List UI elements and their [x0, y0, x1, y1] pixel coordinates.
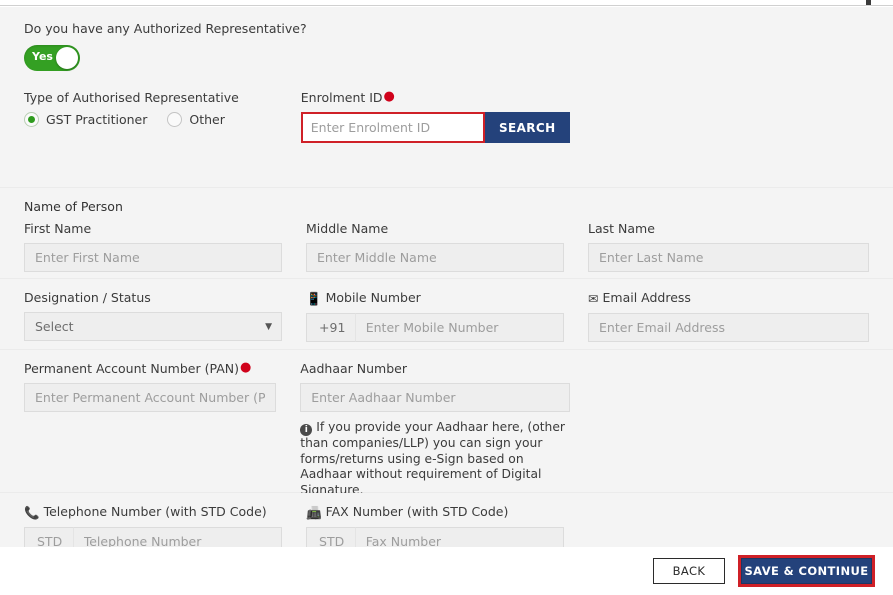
email-label: ✉ Email Address — [588, 290, 869, 307]
type-of-representative-group: Type of Authorised Representative GST Pr… — [24, 90, 301, 143]
designation-select[interactable]: Select ▼ — [24, 312, 283, 341]
radio-other-label: Other — [189, 112, 225, 127]
aadhaar-note-text: If you provide your Aadhaar here, (other… — [300, 420, 565, 497]
required-asterisk-icon: ● — [383, 89, 395, 104]
first-name-label: First Name — [24, 221, 92, 236]
enrolment-id-label-text: Enrolment ID — [300, 90, 383, 105]
mobile-group: 📱 Mobile Number +91 — [306, 290, 588, 342]
radio-gst-practitioner-dot — [24, 112, 39, 127]
mobile-input[interactable] — [354, 313, 565, 342]
email-input[interactable] — [588, 313, 869, 342]
save-continue-button[interactable]: SAVE & CONTINUE — [741, 558, 872, 584]
email-group: ✉ Email Address — [588, 290, 869, 342]
radio-gst-practitioner[interactable]: GST Practitioner — [24, 112, 147, 127]
designation-label: Designation / Status — [24, 290, 151, 305]
middle-name-label: Middle Name — [306, 221, 389, 236]
telephone-label: 📞 Telephone Number (with STD Code) — [24, 504, 282, 521]
fax-label-text: FAX Number (with STD Code) — [325, 504, 509, 519]
mobile-phone-icon: 📱 — [306, 291, 322, 306]
section-contact: Designation / Status Select ▼ 📱 Mobile Nu… — [0, 279, 893, 349]
authorized-rep-question-label: Do you have any Authorized Representativ… — [24, 21, 307, 36]
back-button[interactable]: BACK — [653, 558, 725, 584]
toggle-label: Yes — [32, 50, 53, 63]
pan-group: Permanent Account Number (PAN)● — [24, 361, 300, 498]
required-asterisk-icon-pan: ● — [239, 360, 252, 375]
pan-label-text: Permanent Account Number (PAN) — [24, 361, 239, 376]
mobile-country-prefix: +91 — [306, 313, 355, 342]
enrolment-id-input[interactable] — [302, 115, 483, 140]
envelope-icon: ✉ — [588, 291, 599, 306]
section-pan-aadhaar: Permanent Account Number (PAN)● Aadhaar … — [0, 350, 893, 497]
save-continue-highlight: SAVE & CONTINUE — [738, 555, 875, 587]
aadhaar-label: Aadhaar Number — [300, 361, 407, 376]
designation-group: Designation / Status Select ▼ — [24, 290, 306, 342]
type-radio-group: GST Practitioner Other — [24, 112, 277, 127]
last-name-group: Last Name — [588, 221, 869, 272]
pan-label: Permanent Account Number (PAN)● — [24, 361, 276, 377]
info-icon: i — [300, 424, 313, 436]
enrolment-search-row: SEARCH — [300, 112, 570, 143]
toggle-knob — [56, 47, 78, 69]
registration-form-page: Do you have any Authorized Representativ… — [0, 0, 893, 595]
radio-other-dot — [167, 112, 183, 127]
email-label-text: Email Address — [602, 290, 691, 305]
fax-label: 📠 FAX Number (with STD Code) — [306, 504, 564, 521]
section-type-and-enrolment: Type of Authorised Representative GST Pr… — [0, 90, 893, 187]
form-footer: BACK SAVE & CONTINUE — [0, 547, 893, 595]
corner-artifact — [866, 0, 871, 5]
top-border — [0, 0, 893, 6]
search-button[interactable]: SEARCH — [484, 112, 570, 143]
mobile-input-group: +91 — [306, 313, 565, 342]
type-of-representative-label: Type of Authorised Representative — [24, 90, 239, 105]
section-name-fields: First Name Middle Name Last Name — [0, 221, 893, 278]
name-of-person-label: Name of Person — [24, 199, 123, 214]
radio-gst-practitioner-label: GST Practitioner — [46, 112, 148, 127]
pan-spacer — [594, 361, 869, 498]
enrolment-id-group: Enrolment ID● SEARCH — [300, 90, 594, 143]
first-name-group: First Name — [24, 221, 306, 272]
fax-machine-icon: 📠 — [306, 505, 322, 520]
middle-name-group: Middle Name — [306, 221, 588, 272]
aadhaar-input[interactable] — [300, 383, 571, 412]
authorized-rep-toggle[interactable]: Yes — [24, 45, 80, 71]
enrolment-id-label: Enrolment ID● — [301, 90, 570, 106]
aadhaar-note: i If you provide your Aadhaar here, (othe… — [300, 420, 572, 498]
radio-other[interactable]: Other — [167, 112, 225, 127]
chevron-down-icon: ▼ — [265, 322, 273, 332]
middle-name-input[interactable] — [306, 243, 565, 272]
enrolment-spacer — [594, 90, 869, 143]
first-name-input[interactable] — [24, 243, 283, 272]
enrolment-id-input-highlight — [300, 112, 485, 143]
aadhaar-group: Aadhaar Number iIf you provide your Aadh… — [300, 361, 594, 498]
designation-selected-value: Select — [35, 319, 74, 334]
pan-input[interactable] — [24, 383, 277, 412]
last-name-input[interactable] — [588, 243, 869, 272]
section-authorized-representative: Do you have any Authorized Representativ… — [0, 7, 893, 90]
mobile-label: 📱 Mobile Number — [306, 290, 564, 307]
authorized-representative-form: Do you have any Authorized Representativ… — [0, 7, 893, 565]
telephone-label-text: Telephone Number (with STD Code) — [43, 504, 267, 519]
last-name-label: Last Name — [588, 221, 655, 236]
mobile-label-text: Mobile Number — [325, 290, 421, 305]
telephone-receiver-icon: 📞 — [24, 505, 40, 520]
